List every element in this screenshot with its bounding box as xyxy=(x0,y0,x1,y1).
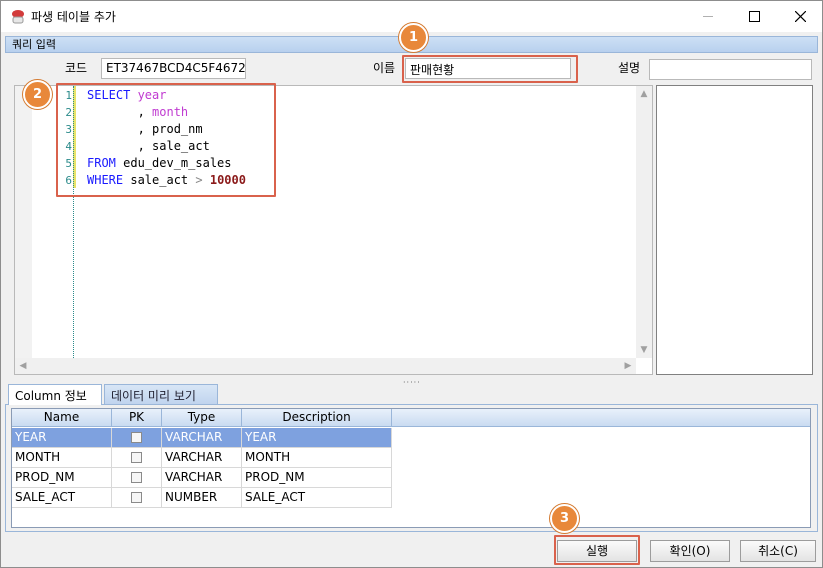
pk-checkbox[interactable] xyxy=(131,452,142,463)
table-row[interactable]: MONTH VARCHAR MONTH xyxy=(12,448,392,468)
callout-badge-2: 2 xyxy=(23,80,52,109)
scroll-right-icon[interactable]: ▶ xyxy=(620,358,636,374)
side-preview-panel xyxy=(656,85,813,375)
column-header-type[interactable]: Type xyxy=(162,409,242,427)
highlight-box-run xyxy=(554,535,640,565)
close-button[interactable] xyxy=(777,1,823,32)
splitter-grip-icon[interactable]: ····· xyxy=(403,378,421,387)
description-field[interactable] xyxy=(649,59,812,80)
tab-data-preview[interactable]: 데이터 미리 보기 xyxy=(104,384,218,405)
column-header-name[interactable]: Name xyxy=(12,409,112,427)
cell-pk[interactable] xyxy=(112,428,162,448)
editor-vertical-scrollbar[interactable]: ▲ ▼ xyxy=(636,86,652,358)
cell-description[interactable]: PROD_NM xyxy=(242,468,392,488)
cell-pk[interactable] xyxy=(112,468,162,488)
scroll-left-icon[interactable]: ◀ xyxy=(15,358,31,374)
window-title: 파생 테이블 추가 xyxy=(31,10,116,24)
maximize-button[interactable] xyxy=(731,1,777,32)
pk-checkbox[interactable] xyxy=(131,492,142,503)
dialog-window: 파생 테이블 추가 쿼리 입력 코드 ET37467BCD4C5F4672AC … xyxy=(0,0,823,568)
close-icon xyxy=(794,11,806,22)
column-header-filler xyxy=(392,409,810,427)
column-grid[interactable]: Name PK Type Description YEAR VARCHAR YE… xyxy=(11,408,811,528)
cell-type[interactable]: NUMBER xyxy=(162,488,242,508)
cell-type[interactable]: VARCHAR xyxy=(162,468,242,488)
code-label: 코드 xyxy=(65,61,88,75)
cell-pk[interactable] xyxy=(112,488,162,508)
table-row[interactable]: PROD_NM VARCHAR PROD_NM xyxy=(12,468,392,488)
cell-name[interactable]: SALE_ACT xyxy=(12,488,112,508)
cell-description[interactable]: YEAR xyxy=(242,428,392,448)
pk-checkbox[interactable] xyxy=(131,472,142,483)
highlight-box-query xyxy=(56,83,276,197)
editor-horizontal-scrollbar[interactable]: ◀ ▶ xyxy=(15,358,636,374)
scroll-up-icon[interactable]: ▲ xyxy=(636,86,652,102)
column-header-description[interactable]: Description xyxy=(242,409,392,427)
scroll-down-icon[interactable]: ▼ xyxy=(636,342,652,358)
code-field[interactable]: ET37467BCD4C5F4672AC xyxy=(101,58,246,79)
callout-badge-1: 1 xyxy=(399,23,428,52)
description-label: 설명 xyxy=(618,61,641,75)
tab-column-info[interactable]: Column 정보 xyxy=(8,384,102,405)
cell-type[interactable]: VARCHAR xyxy=(162,448,242,468)
name-label: 이름 xyxy=(373,61,396,75)
minimize-button[interactable] xyxy=(685,1,731,32)
cell-description[interactable]: SALE_ACT xyxy=(242,488,392,508)
cell-pk[interactable] xyxy=(112,448,162,468)
cell-type[interactable]: VARCHAR xyxy=(162,428,242,448)
cell-name[interactable]: YEAR xyxy=(12,428,112,448)
table-row[interactable]: YEAR VARCHAR YEAR xyxy=(12,428,392,448)
ok-button[interactable]: 확인(O) xyxy=(650,540,730,562)
callout-badge-3: 3 xyxy=(550,504,579,533)
cell-name[interactable]: MONTH xyxy=(12,448,112,468)
column-header-pk[interactable]: PK xyxy=(112,409,162,427)
maximize-icon xyxy=(748,11,760,22)
pk-checkbox[interactable] xyxy=(131,432,142,443)
highlight-box-name xyxy=(402,55,578,83)
editor-gutter xyxy=(15,86,32,360)
table-row[interactable]: SALE_ACT NUMBER SALE_ACT xyxy=(12,488,392,508)
cell-name[interactable]: PROD_NM xyxy=(12,468,112,488)
cell-description[interactable]: MONTH xyxy=(242,448,392,468)
app-icon xyxy=(10,9,26,25)
minimize-icon xyxy=(703,15,713,18)
cancel-button[interactable]: 취소(C) xyxy=(740,540,816,562)
